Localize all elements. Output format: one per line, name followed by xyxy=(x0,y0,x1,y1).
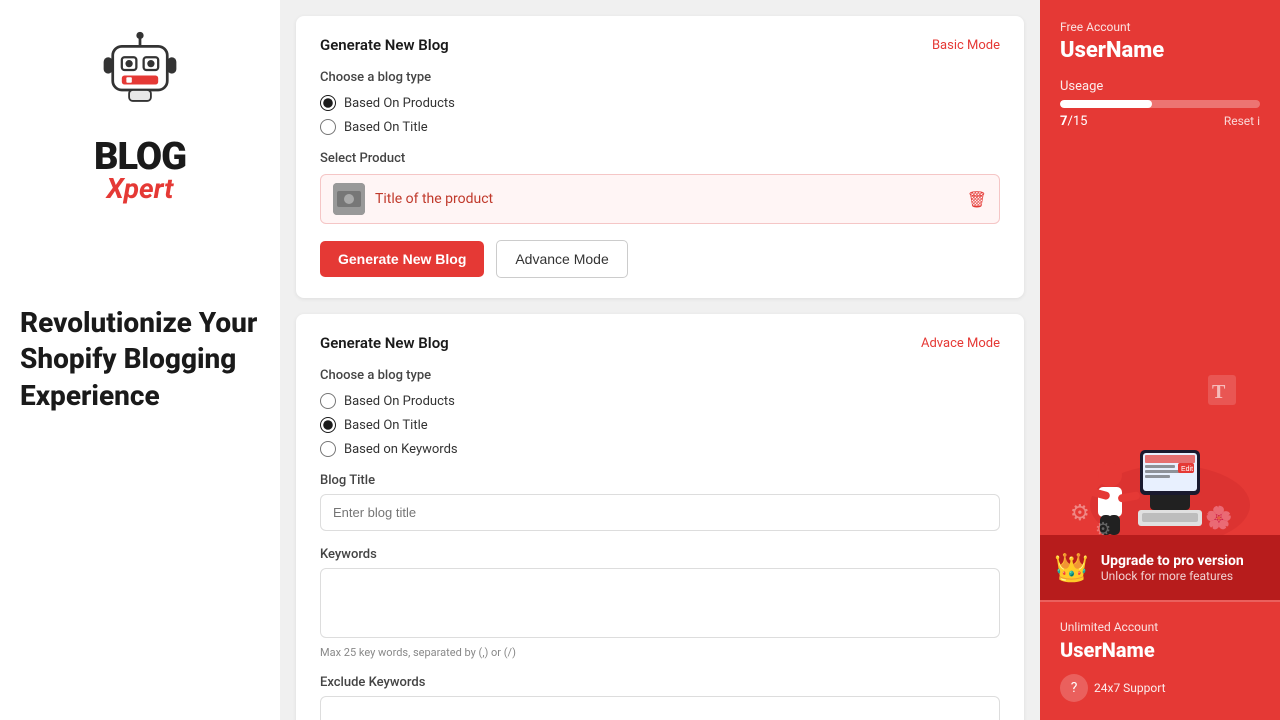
card2-blog-type-label: Choose a blog type xyxy=(320,368,1000,383)
card2-radio-products-label: Based On Products xyxy=(344,394,455,409)
card1-title: Generate New Blog xyxy=(320,36,449,54)
card1-radio-group: Based On Products Based On Title xyxy=(320,95,1000,135)
radio-based-on-title[interactable]: Based On Title xyxy=(320,119,1000,135)
svg-text:Edit: Edit xyxy=(1181,466,1193,473)
tagline: Revolutionize Your Shopify Blogging Expe… xyxy=(20,305,260,414)
upgrade-banner[interactable]: 👑 Upgrade to pro version Unlock for more… xyxy=(1040,535,1280,600)
card2-radio-title[interactable]: Based On Title xyxy=(320,417,1000,433)
unlimited-account-label: Unlimited Account xyxy=(1060,620,1260,634)
svg-text:⚙: ⚙ xyxy=(1070,501,1090,526)
radio-products-input[interactable] xyxy=(320,95,336,111)
usage-current: 7 xyxy=(1060,114,1067,129)
delete-product-icon[interactable]: 🗑 xyxy=(967,190,987,209)
radio-based-on-products[interactable]: Based On Products xyxy=(320,95,1000,111)
logo-xpert: Xpert xyxy=(107,172,174,205)
free-account-username: UserName xyxy=(1060,38,1260,63)
illustration-area: Edit ⚙ ⚙ T 🌸 xyxy=(1040,335,1280,535)
main-content: Generate New Blog Basic Mode Choose a bl… xyxy=(280,0,1040,720)
card1-header: Generate New Blog Basic Mode xyxy=(320,36,1000,54)
usage-numbers: 7/15 Reset i xyxy=(1060,114,1260,129)
upgrade-text-block: Upgrade to pro version Unlock for more f… xyxy=(1101,553,1244,583)
exclude-keywords-label: Exclude Keywords xyxy=(320,675,1000,690)
right-panel: Free Account UserName Useage 7/15 Reset … xyxy=(1040,0,1280,720)
card2-radio-keywords-input[interactable] xyxy=(320,441,336,457)
support-label: 24x7 Support xyxy=(1094,681,1166,695)
blog-title-group: Blog Title xyxy=(320,473,1000,531)
card1-actions: Generate New Blog Advance Mode xyxy=(320,240,1000,278)
card1-blog-type-label: Choose a blog type xyxy=(320,70,1000,85)
logo-container: BLOG Xpert xyxy=(90,30,190,205)
advance-mode-link[interactable]: Advace Mode xyxy=(921,336,1000,351)
blog-title-input[interactable] xyxy=(320,494,1000,531)
support-row: ? 24x7 Support xyxy=(1060,674,1260,702)
sidebar: BLOG Xpert Revolutionize Your Shopify Bl… xyxy=(0,0,280,720)
illustration-svg: Edit ⚙ ⚙ T 🌸 xyxy=(1060,355,1260,535)
card2-radio-products-input[interactable] xyxy=(320,393,336,409)
radio-title-label: Based On Title xyxy=(344,120,428,135)
select-product-label: Select Product xyxy=(320,151,1000,166)
advance-mode-button[interactable]: Advance Mode xyxy=(496,240,627,278)
usage-total: 15 xyxy=(1073,114,1088,129)
card2-radio-keywords-label: Based on Keywords xyxy=(344,442,458,457)
reset-link[interactable]: Reset i xyxy=(1224,114,1260,129)
radio-products-label: Based On Products xyxy=(344,96,455,111)
card2-radio-title-label: Based On Title xyxy=(344,418,428,433)
product-title: Title of the product xyxy=(375,191,957,207)
card2-radio-title-input[interactable] xyxy=(320,417,336,433)
blog-title-label: Blog Title xyxy=(320,473,1000,488)
svg-text:⚙: ⚙ xyxy=(1095,519,1111,535)
card2-title: Generate New Blog xyxy=(320,334,449,352)
usage-count: 7/15 xyxy=(1060,114,1087,129)
product-field[interactable]: Title of the product 🗑 xyxy=(320,174,1000,224)
card-advance-mode: Generate New Blog Advace Mode Choose a b… xyxy=(296,314,1024,720)
keywords-textarea[interactable] xyxy=(320,568,1000,638)
crown-icon: 👑 xyxy=(1054,551,1089,584)
usage-bar-bg xyxy=(1060,100,1260,108)
keywords-hint: Max 25 key words, separated by (,) or (/… xyxy=(320,646,1000,659)
unlimited-account-card: Unlimited Account UserName ? 24x7 Suppor… xyxy=(1040,600,1280,720)
product-thumbnail xyxy=(333,183,365,215)
free-account-card: Free Account UserName Useage 7/15 Reset … xyxy=(1040,0,1280,335)
logo-robot-icon xyxy=(90,30,190,130)
exclude-keywords-group: Exclude Keywords xyxy=(320,675,1000,720)
card2-radio-keywords[interactable]: Based on Keywords xyxy=(320,441,1000,457)
radio-title-input[interactable] xyxy=(320,119,336,135)
upgrade-subtitle: Unlock for more features xyxy=(1101,569,1244,583)
generate-blog-button[interactable]: Generate New Blog xyxy=(320,241,484,277)
product-thumb-image xyxy=(333,183,365,215)
support-icon: ? xyxy=(1060,674,1088,702)
free-account-label: Free Account xyxy=(1060,20,1260,34)
logo-word: BLOG xyxy=(94,138,186,176)
usage-bar-fill xyxy=(1060,100,1152,108)
unlimited-username: UserName xyxy=(1060,638,1260,662)
svg-text:T: T xyxy=(1212,381,1226,403)
card-basic-mode: Generate New Blog Basic Mode Choose a bl… xyxy=(296,16,1024,298)
card2-radio-products[interactable]: Based On Products xyxy=(320,393,1000,409)
keywords-label: Keywords xyxy=(320,547,1000,562)
upgrade-title: Upgrade to pro version xyxy=(1101,553,1244,569)
exclude-keywords-textarea[interactable] xyxy=(320,696,1000,720)
basic-mode-link[interactable]: Basic Mode xyxy=(932,38,1000,53)
usage-label: Useage xyxy=(1060,79,1260,94)
card2-radio-group: Based On Products Based On Title Based o… xyxy=(320,393,1000,457)
card2-header: Generate New Blog Advace Mode xyxy=(320,334,1000,352)
svg-text:🌸: 🌸 xyxy=(1205,505,1232,531)
keywords-group: Keywords Max 25 key words, separated by … xyxy=(320,547,1000,659)
